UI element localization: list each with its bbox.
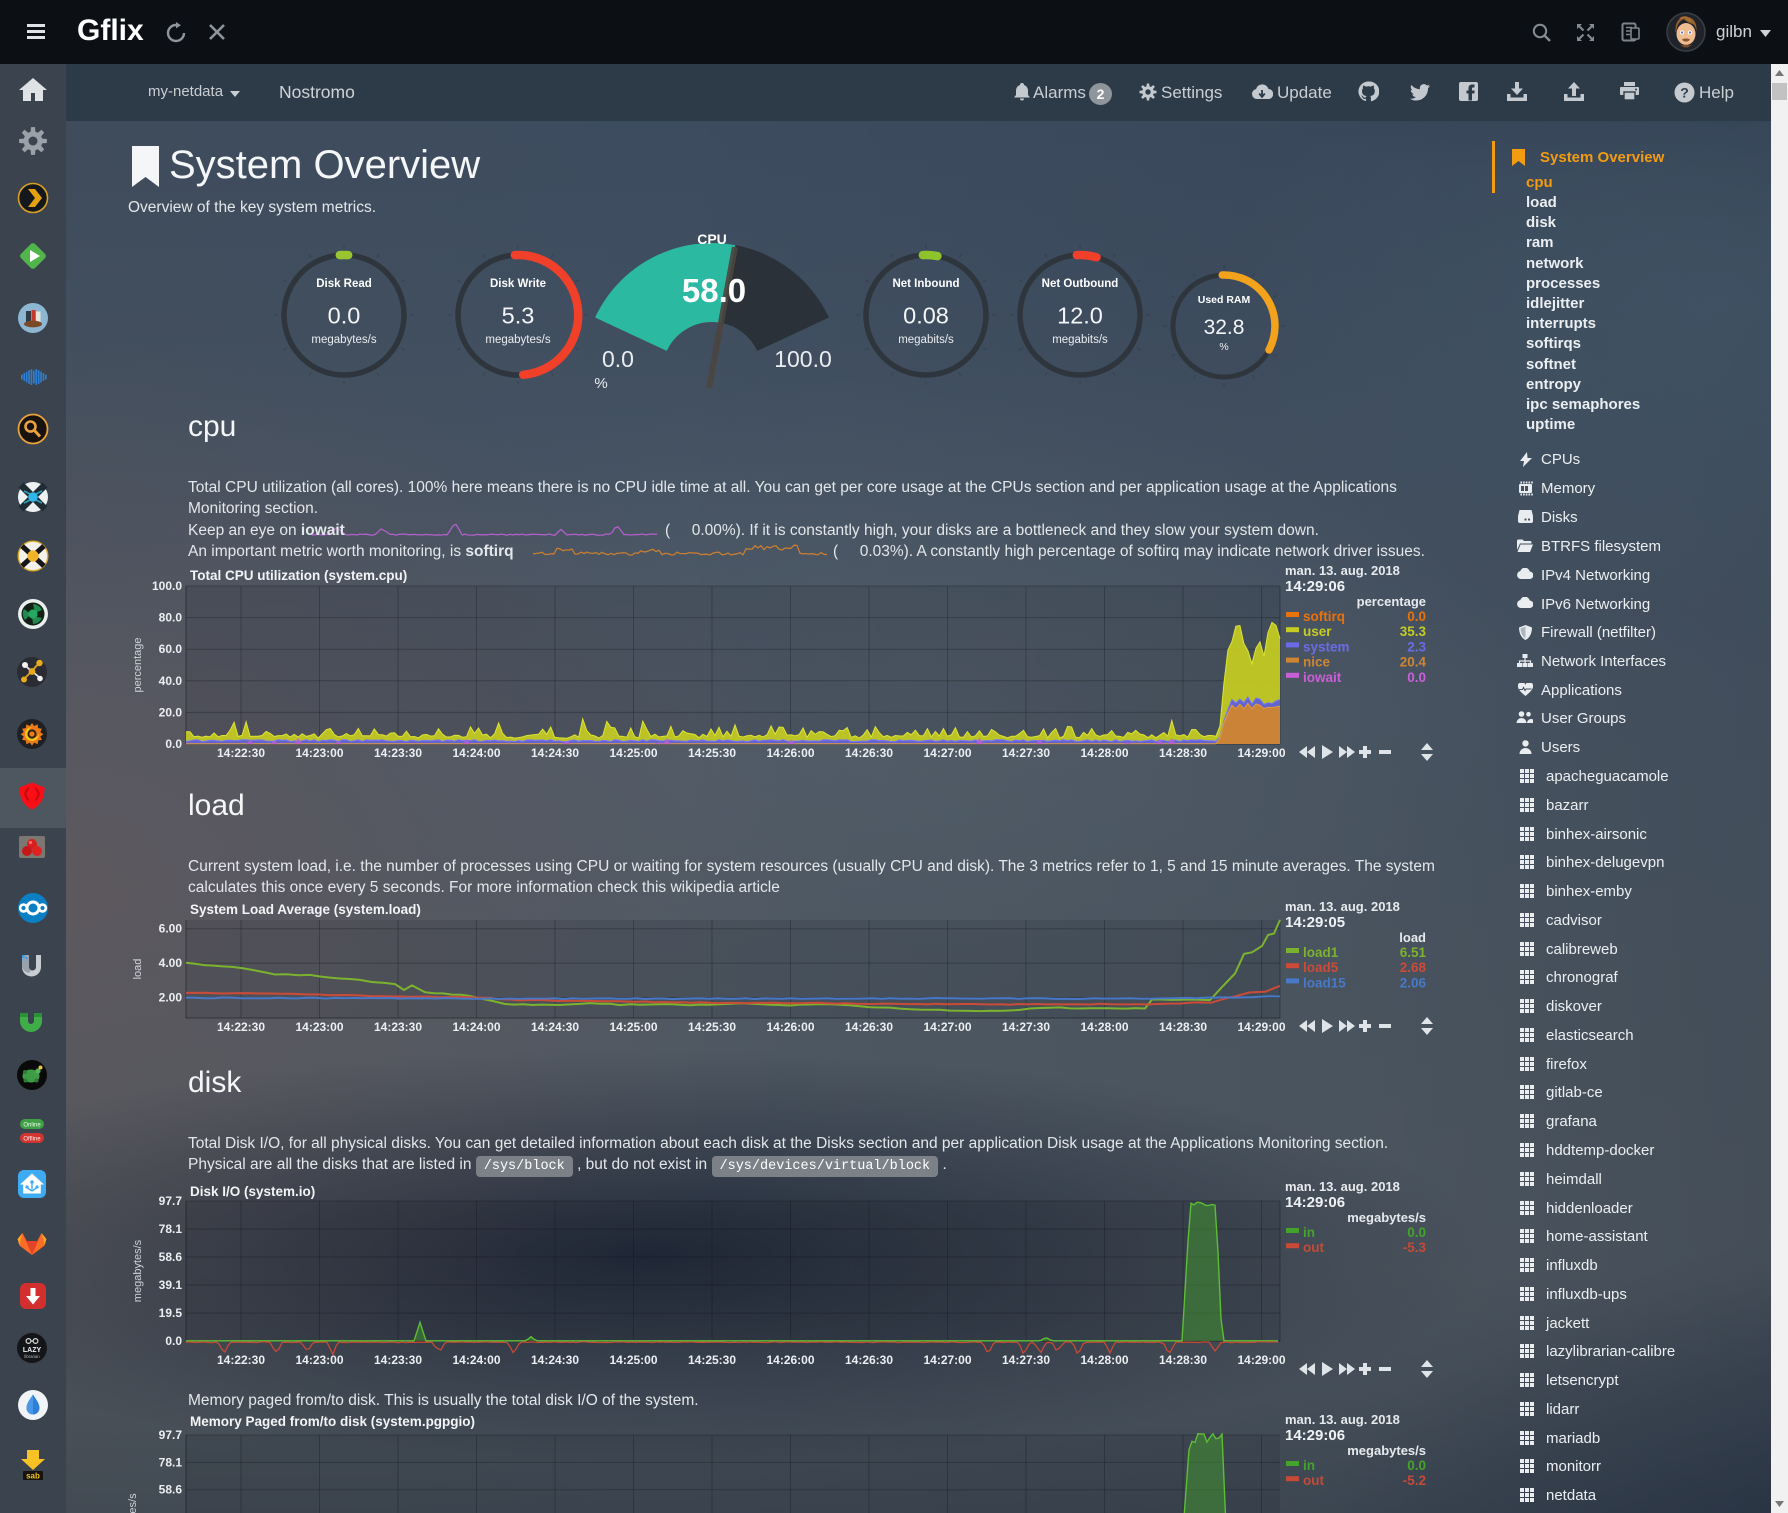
- svg-text:?: ?: [1680, 85, 1689, 101]
- svg-text:LAZY: LAZY: [23, 1347, 42, 1354]
- svg-text:Offline: Offline: [23, 1137, 41, 1143]
- svg-text:Online: Online: [23, 1123, 41, 1129]
- svg-text:librarian: librarian: [24, 1354, 40, 1359]
- svg-text:sab: sab: [26, 1472, 40, 1481]
